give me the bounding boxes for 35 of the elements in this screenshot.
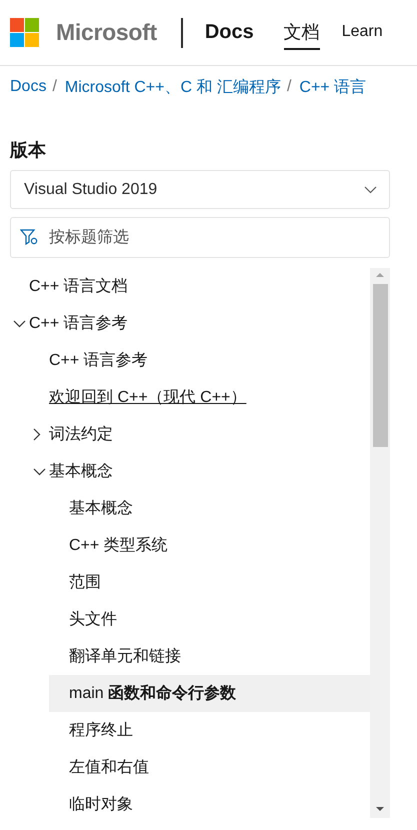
scroll-down-icon[interactable] xyxy=(375,804,385,814)
breadcrumb-separator: / xyxy=(286,78,292,96)
toc-item[interactable]: 基本概念 xyxy=(49,490,370,527)
toc-item[interactable]: 头文件 xyxy=(49,601,370,638)
toc-item[interactable]: 范围 xyxy=(49,564,370,601)
toc-item[interactable]: 左值和右值 xyxy=(49,749,370,786)
toc-item[interactable]: 欢迎回到 C++（现代 C++） xyxy=(29,379,370,416)
toc-item[interactable]: 程序终止 xyxy=(49,712,370,749)
breadcrumb-link[interactable]: Microsoft C++、C 和 汇编程序 xyxy=(64,76,281,98)
toc-item[interactable]: 词法约定 xyxy=(29,416,370,453)
nav-link[interactable]: 文档 xyxy=(284,16,320,50)
version-label: 版本 xyxy=(10,139,46,162)
toc-item[interactable]: C++ 语言参考 xyxy=(29,342,370,379)
toc-item[interactable]: 临时对象 xyxy=(49,786,370,818)
chevron-down-icon xyxy=(13,320,26,328)
logo-text[interactable]: Microsoft xyxy=(56,19,157,46)
breadcrumb-link[interactable]: C++ 语言 xyxy=(299,76,366,98)
scrollbar[interactable] xyxy=(370,268,390,818)
site-title[interactable]: Docs xyxy=(204,21,254,44)
nav-link[interactable]: Learn xyxy=(342,18,383,46)
toc-item[interactable]: main 函数和命令行参数 xyxy=(49,675,370,712)
breadcrumb-separator: / xyxy=(52,78,57,96)
toc-item[interactable]: 基本概念 xyxy=(29,453,370,490)
chevron-right-icon xyxy=(33,428,41,441)
toc-item[interactable]: 翻译单元和链接 xyxy=(49,638,370,675)
toc-item[interactable]: C++ 语言参考 xyxy=(9,305,370,342)
toc-item[interactable]: C++ 类型系统 xyxy=(49,527,370,564)
scrollbar-thumb[interactable] xyxy=(372,284,388,447)
filter-field[interactable]: 按标题筛选 xyxy=(10,217,390,258)
chevron-down-icon xyxy=(364,186,377,194)
filter-icon xyxy=(20,229,39,246)
breadcrumb-link[interactable]: Docs xyxy=(10,78,46,96)
version-dropdown[interactable]: Visual Studio 2019 xyxy=(10,170,390,209)
chevron-down-icon xyxy=(33,468,46,476)
toc-item[interactable]: C++ 语言文档 xyxy=(9,268,370,305)
